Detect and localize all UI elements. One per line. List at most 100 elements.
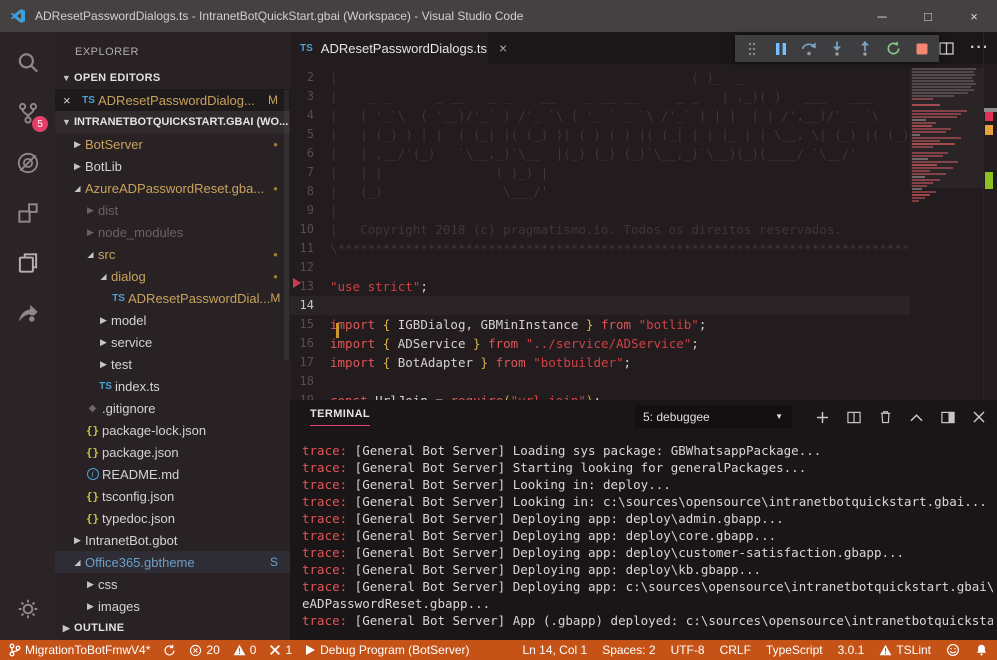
maximize-button[interactable]: □ [905,0,951,32]
stop-button[interactable] [911,38,933,60]
tree-item[interactable]: {}tsconfig.json [55,485,290,507]
step-into-button[interactable] [826,38,848,60]
activity-bar-item-settings-gear-icon[interactable] [0,584,55,634]
line-number: 14 [290,296,330,315]
tree-item[interactable]: ◢Office365.gbthemeS [55,551,290,573]
outline-section-header[interactable]: ▶ OUTLINE [55,617,290,639]
status-item-debug-program-botserver[interactable]: Debug Program (BotServer) [305,643,469,657]
split-editor-button[interactable] [939,42,954,55]
maximize-panel-button[interactable] [910,413,923,422]
step-out-button[interactable] [854,38,876,60]
tree-item[interactable]: iREADME.md [55,463,290,485]
activity-bar-item-pages-icon[interactable] [0,238,55,288]
restart-button[interactable] [883,38,905,60]
status-item-ln-14-col-1[interactable]: Ln 14, Col 1 [522,643,587,657]
activity-bar-item-search-icon[interactable] [0,38,55,88]
status-item-3-0-1[interactable]: 3.0.1 [838,643,865,657]
drag-handle-icon [748,42,756,56]
tree-item[interactable]: ▶node_modules [55,221,290,243]
tree-item[interactable]: ◢AzureADPasswordReset.gba...● [55,177,290,199]
status-item-tslint[interactable]: TSLint [879,643,931,657]
warning-icon [233,644,246,656]
tree-item[interactable]: ▶dist [55,199,290,221]
tree-item[interactable]: ▶BotServer● [55,133,290,155]
terminal-output[interactable]: trace: [General Bot Server] Loading sys … [302,442,993,640]
tree-item[interactable]: {}typedoc.json [55,507,290,529]
close-panel-button[interactable] [973,411,985,423]
new-terminal-button[interactable] [816,411,829,424]
status-item-utf-8[interactable]: UTF-8 [671,643,705,657]
tree-item[interactable]: {}package-lock.json [55,419,290,441]
activity-bar-item-debug-icon[interactable] [0,138,55,188]
tree-item[interactable]: ▶model [55,309,290,331]
tree-item[interactable]: TSADResetPasswordDial...M [55,287,290,309]
terminal-tab[interactable]: TERMINAL [310,408,370,426]
status-item-label: Spaces: 2 [602,643,655,657]
code-text: | | (_) ) | | ( (_| |( (_) )| ( ) ( ) |(… [330,125,910,144]
code-text: "use strict"; [330,277,428,296]
tree-item[interactable]: ▶service [55,331,290,353]
step-over-button[interactable] [798,38,820,60]
readme-file-icon: i [83,468,102,480]
pause-button[interactable] [770,38,792,60]
code-line: 10| Copyright 2018 (c) pragmatismo.io. T… [290,220,910,239]
tree-item[interactable]: ▶images [55,595,290,617]
tree-item[interactable]: ▶BotLib [55,155,290,177]
close-editor-icon[interactable]: × [63,93,79,108]
sidebar-scrollbar[interactable] [284,90,289,360]
close-button[interactable]: × [951,0,997,32]
terminal-selector[interactable]: 5: debuggee ▼ [634,405,792,428]
split-terminal-button[interactable] [847,411,861,424]
status-item-migrationtobotfmwv4[interactable]: MigrationToBotFmwV4* [9,643,150,657]
tree-item[interactable]: TSindex.ts [55,375,290,397]
tree-item[interactable]: ◆.gitignore [55,397,290,419]
status-item-sync-icon[interactable] [163,644,176,657]
chevron-down-icon: ▼ [59,73,74,83]
status-item-20[interactable]: 20 [189,643,219,657]
activity-bar-item-extensions-icon[interactable] [0,188,55,238]
code-text: | ( '_`\ ( '__)/'_` ) /'_ `\ ( '_ ` _ `\… [330,106,879,125]
tools-icon [269,644,281,656]
code-line: 16import { ADService } from "../service/… [290,334,910,353]
code-text: | [330,201,338,220]
status-item-smiley-icon[interactable] [946,643,960,657]
status-item-bell-icon[interactable] [975,643,988,657]
code-text: | _ _ _ __ _ _ __ _ __ __ _ _ | ,_)( ) _… [330,87,872,106]
activity-bar-item-source-control-icon[interactable]: 5 [0,88,55,138]
editor-tab-active[interactable]: TS ADResetPasswordDialogs.ts × [290,32,488,64]
code-text: \***************************************… [330,239,909,258]
tree-item[interactable]: ▶IntranetBot.gbot [55,529,290,551]
tree-item-label: tsconfig.json [102,489,174,504]
close-tab-icon[interactable]: × [499,40,507,56]
line-number: 16 [290,334,330,353]
code-line: 9| [290,201,910,220]
code-editor[interactable]: 2| ( )_ _3| _ _ _ __ _ _ __ _ __ __ _ _ … [290,64,910,400]
minimize-button[interactable]: ─ [859,0,905,32]
vscode-window: ADResetPasswordDialogs.ts - IntranetBotQ… [0,0,997,660]
line-number: 5 [290,125,330,144]
chevron-right-icon: ▶ [70,535,85,546]
kill-terminal-button[interactable] [879,410,892,424]
minimap[interactable] [912,68,982,394]
vscode-logo-icon [10,8,26,24]
workspace-section-header[interactable]: ▼ INTRANETBOTQUICKSTART.GBAI (WO... [55,111,290,133]
terminal-line: trace: [General Bot Server] App (.gbapp)… [302,612,993,629]
status-item-crlf[interactable]: CRLF [720,643,751,657]
move-panel-button[interactable] [941,411,955,424]
tree-item[interactable]: ▶css [55,573,290,595]
tree-item[interactable]: ◢src● [55,243,290,265]
tree-item[interactable]: ◢dialog● [55,265,290,287]
overview-ruler[interactable] [983,32,997,400]
status-item-0[interactable]: 0 [233,643,257,657]
status-item-1[interactable]: 1 [269,643,292,657]
open-editor-item[interactable]: ×TSADResetPasswordDialog...M [55,89,290,111]
status-item-spaces-2[interactable]: Spaces: 2 [602,643,655,657]
line-number: 12 [290,258,330,277]
status-item-typescript[interactable]: TypeScript [766,643,823,657]
code-text: import { ADService } from "../service/AD… [330,334,699,353]
tree-item[interactable]: ▶test [55,353,290,375]
activity-bar-item-share-icon[interactable] [0,288,55,338]
tree-item[interactable]: {}package.json [55,441,290,463]
open-editors-header[interactable]: ▼ OPEN EDITORS [55,67,290,89]
step-over-icon [801,41,817,56]
